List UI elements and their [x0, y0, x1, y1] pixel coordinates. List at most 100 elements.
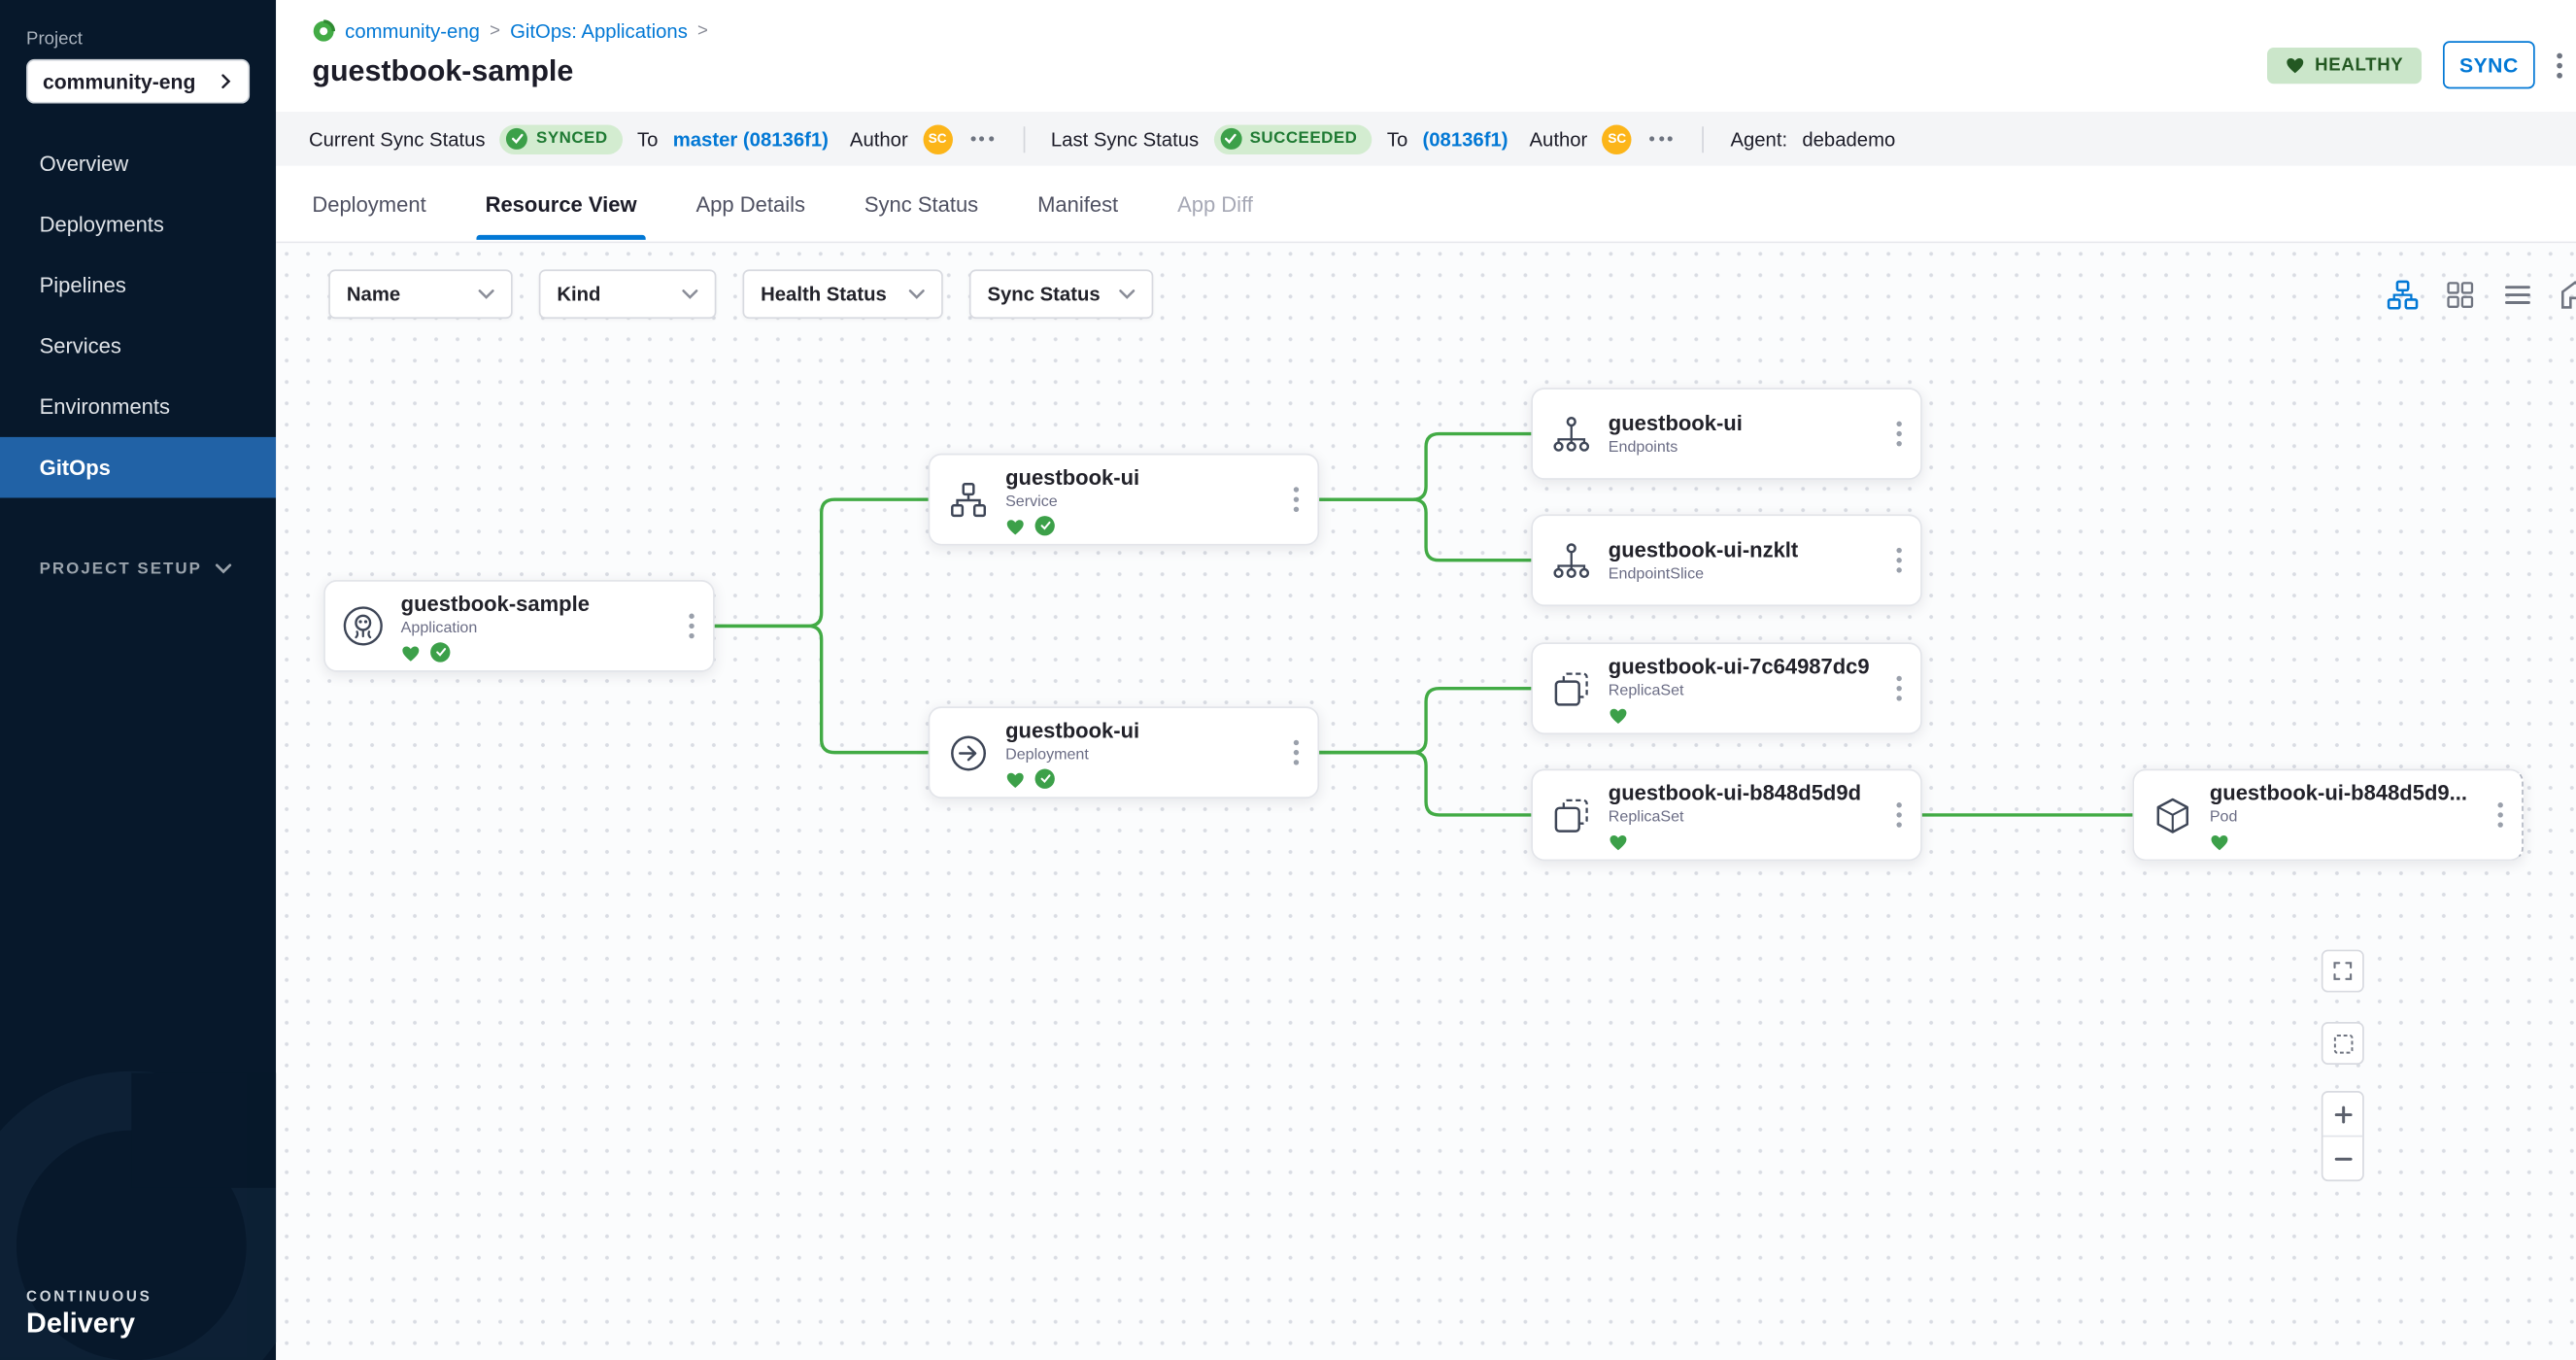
tab-manifest[interactable]: Manifest [1037, 168, 1118, 239]
synced-check-icon [1035, 769, 1055, 789]
commit-more-icon[interactable] [1646, 130, 1676, 149]
node-kind: ReplicaSet [1609, 681, 1878, 699]
filter-kind-dropdown[interactable]: Kind [539, 269, 717, 319]
sidebar-item-pipelines[interactable]: Pipelines [0, 255, 276, 316]
resource-node-service[interactable]: guestbook-ui Service [929, 454, 1320, 546]
resource-node-pod[interactable]: guestbook-ui-b848d5d9... Pod [2132, 769, 2524, 862]
heart-icon [2286, 56, 2305, 75]
endpointslice-kind-icon [1533, 540, 1609, 581]
breadcrumb-applications-link[interactable]: GitOps: Applications [510, 19, 688, 43]
chevron-down-icon [908, 289, 925, 300]
resource-node-endpoints[interactable]: guestbook-ui Endpoints [1531, 388, 1922, 480]
node-kind: Service [1005, 493, 1274, 511]
chevron-down-icon [478, 289, 494, 300]
node-menu-icon[interactable] [1878, 547, 1920, 573]
node-title: guestbook-ui-7c64987dc9 [1609, 653, 1878, 677]
page-title: guestbook-sample [312, 54, 2576, 89]
sync-status-bar: Current Sync Status SYNCED To master (08… [276, 112, 2576, 166]
sidebar-item-deployments[interactable]: Deployments [0, 194, 276, 255]
node-menu-icon[interactable] [1274, 739, 1317, 765]
chevron-down-icon [1119, 289, 1135, 300]
grid-view-icon[interactable] [2445, 279, 2476, 310]
agent-value: debademo [1802, 127, 1895, 151]
node-kind: Deployment [1005, 745, 1274, 764]
healthy-heart-icon [1005, 769, 1025, 788]
node-status-row [1609, 833, 1878, 851]
author-avatar: SC [923, 124, 952, 153]
health-status-badge: HEALTHY [2267, 47, 2422, 83]
clipped-view-icon[interactable] [2559, 279, 2576, 310]
node-kind: EndpointSlice [1609, 565, 1878, 584]
breadcrumb-separator: > [697, 21, 708, 41]
page-header: community-eng > GitOps: Applications > g… [276, 0, 2576, 112]
edge-service-endpoints [1319, 434, 1531, 500]
project-selector-value: community-eng [43, 70, 195, 93]
tab-app-details[interactable]: App Details [696, 168, 805, 239]
sidebar-item-services[interactable]: Services [0, 316, 276, 377]
sidebar-item-overview[interactable]: Overview [0, 133, 276, 194]
resource-node-endpointslice[interactable]: guestbook-ui-nzklt EndpointSlice [1531, 514, 1922, 606]
project-setup-toggle[interactable]: PROJECT SETUP [40, 561, 277, 579]
resource-node-replicaset-1[interactable]: guestbook-ui-7c64987dc9 ReplicaSet [1531, 642, 1922, 734]
resource-node-application[interactable]: guestbook-sample Application [323, 580, 715, 672]
synced-check-icon [430, 642, 450, 662]
chevron-down-icon [682, 289, 698, 300]
current-sync-label: Current Sync Status [309, 127, 486, 151]
node-kind: Endpoints [1609, 439, 1878, 458]
deployment-kind-icon [930, 731, 1005, 772]
commit-more-icon[interactable] [967, 130, 997, 149]
tree-view-icon[interactable] [2387, 279, 2418, 310]
tab-deployment[interactable]: Deployment [312, 168, 425, 239]
node-menu-icon[interactable] [670, 613, 713, 639]
node-menu-icon[interactable] [1878, 675, 1920, 701]
node-title: guestbook-ui-b848d5d9d [1609, 780, 1878, 804]
last-sync-label: Last Sync Status [1051, 127, 1199, 151]
resource-node-deployment[interactable]: guestbook-ui Deployment [929, 706, 1320, 799]
service-kind-icon [930, 479, 1005, 520]
node-status-row [401, 643, 670, 662]
filter-sync-status-dropdown[interactable]: Sync Status [969, 269, 1153, 319]
filter-name-dropdown[interactable]: Name [328, 269, 512, 319]
resource-tree-canvas[interactable]: Name Kind Health Status Sync Status [276, 243, 2576, 1360]
node-title: guestbook-ui-b848d5d9... [2210, 780, 2479, 804]
minus-icon [2334, 1149, 2353, 1168]
fullscreen-button[interactable] [2322, 950, 2364, 993]
tab-resource-view[interactable]: Resource View [486, 168, 637, 239]
current-revision-link[interactable]: master (08136f1) [673, 127, 829, 151]
agent-label: Agent: [1730, 127, 1787, 151]
breadcrumb-separator: > [490, 21, 500, 41]
zoom-in-button[interactable] [2323, 1093, 2363, 1138]
filter-bar: Name Kind Health Status Sync Status [328, 269, 2576, 319]
node-menu-icon[interactable] [1878, 801, 1920, 828]
node-title: guestbook-ui [1609, 411, 1878, 435]
list-view-icon[interactable] [2502, 279, 2533, 310]
fullscreen-icon [2331, 960, 2355, 983]
node-kind: Pod [2210, 807, 2479, 826]
node-menu-icon[interactable] [2479, 801, 2522, 828]
resource-node-replicaset-2[interactable]: guestbook-ui-b848d5d9d ReplicaSet [1531, 769, 1922, 862]
gitops-app-icon [312, 19, 335, 43]
author-label: Author [850, 127, 908, 151]
breadcrumb-project-link[interactable]: community-eng [345, 19, 480, 43]
header-actions: HEALTHY SYNC [2267, 41, 2562, 88]
node-title: guestbook-sample [401, 591, 670, 615]
sync-button[interactable]: SYNC [2443, 41, 2535, 88]
zoom-out-button[interactable] [2323, 1137, 2363, 1179]
tab-sync-status[interactable]: Sync Status [864, 168, 978, 239]
tab-app-diff: App Diff [1177, 168, 1253, 239]
edge-deployment-replicaset2 [1319, 753, 1531, 815]
main-area: community-eng > GitOps: Applications > g… [276, 0, 2576, 1360]
author-label: Author [1529, 127, 1587, 151]
sidebar-item-gitops[interactable]: GitOps [0, 437, 276, 498]
node-menu-icon[interactable] [1274, 487, 1317, 513]
selection-mode-button[interactable] [2322, 1022, 2364, 1065]
app-menu-icon[interactable] [2557, 51, 2563, 78]
node-title: guestbook-ui [1005, 464, 1274, 489]
last-revision-link[interactable]: (08136f1) [1423, 127, 1508, 151]
check-circle-icon [1220, 128, 1241, 150]
sidebar-item-environments[interactable]: Environments [0, 376, 276, 437]
filter-health-status-dropdown[interactable]: Health Status [742, 269, 942, 319]
node-menu-icon[interactable] [1878, 421, 1920, 447]
project-selector[interactable]: community-eng [26, 59, 250, 104]
chevron-right-icon [219, 74, 233, 88]
